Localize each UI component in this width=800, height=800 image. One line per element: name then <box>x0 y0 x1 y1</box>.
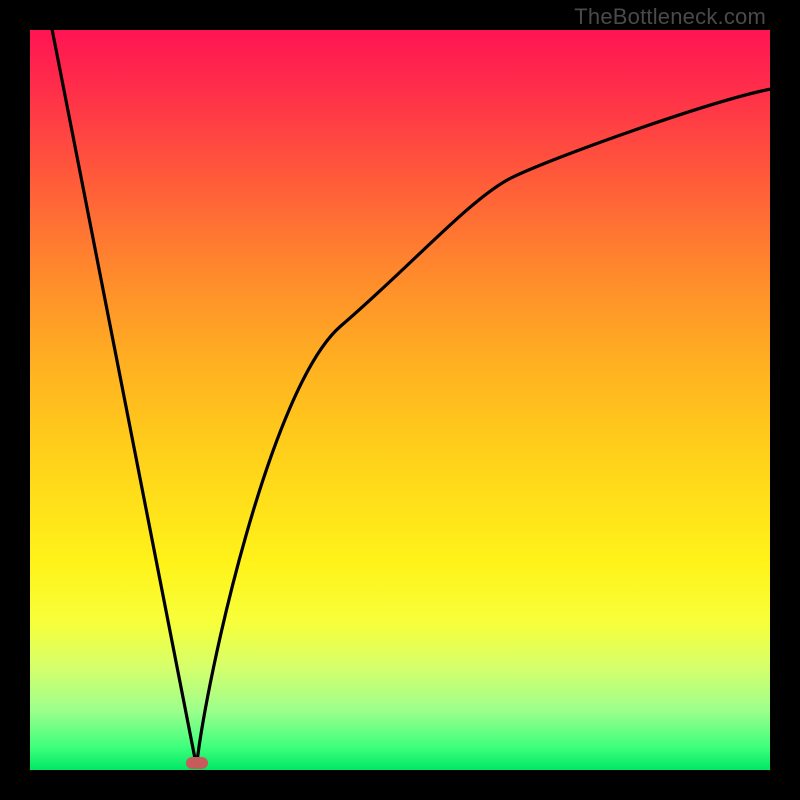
minimum-marker <box>186 757 208 769</box>
watermark-text: TheBottleneck.com <box>574 4 766 30</box>
chart-frame: TheBottleneck.com <box>0 0 800 800</box>
plot-area <box>30 30 770 770</box>
bottleneck-curve <box>30 30 770 770</box>
